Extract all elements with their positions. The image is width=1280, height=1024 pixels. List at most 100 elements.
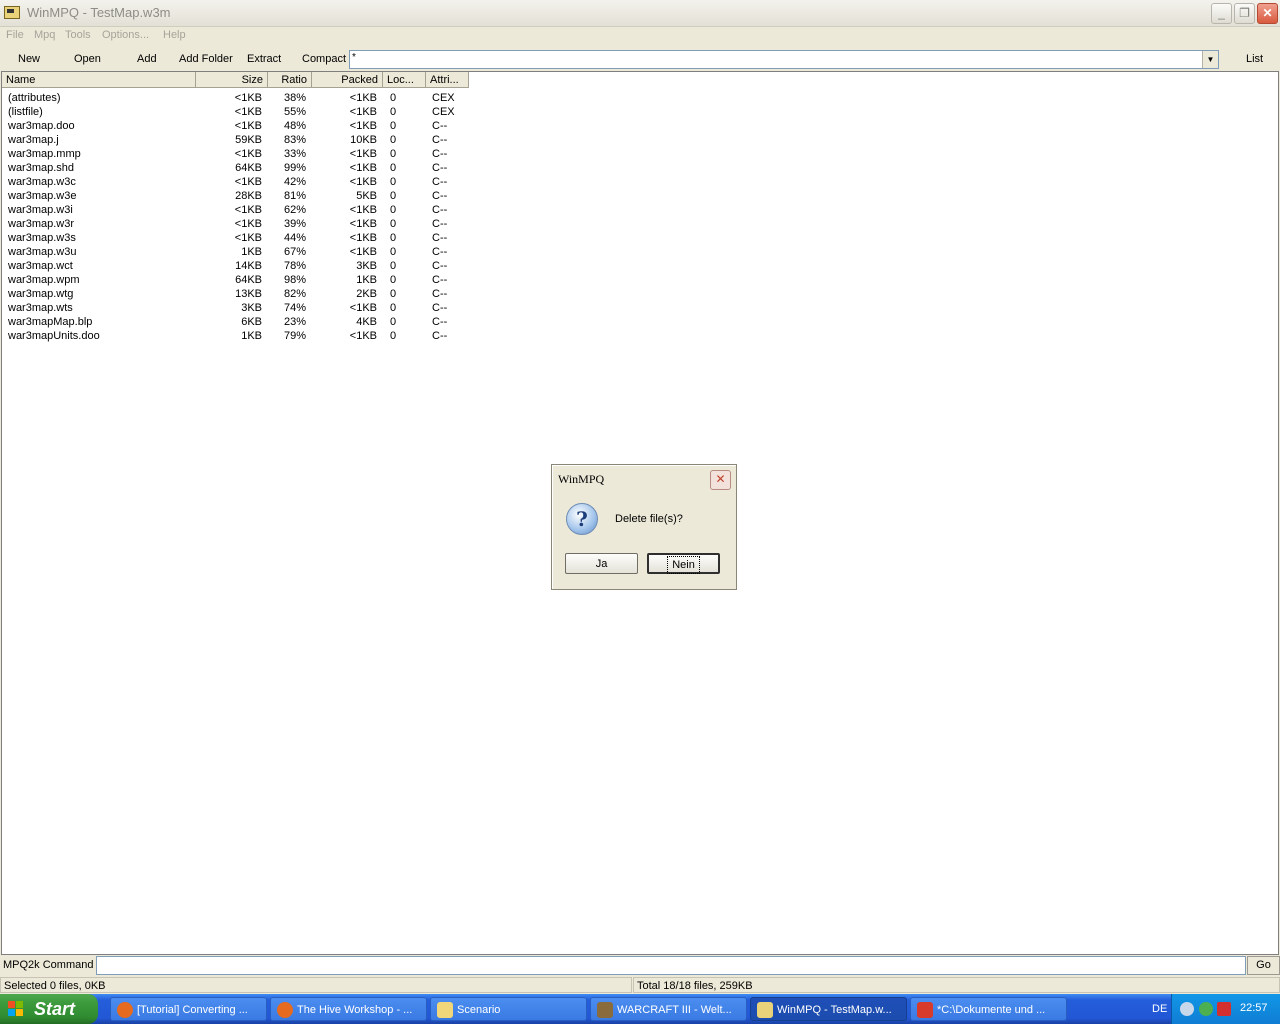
table-row[interactable]: war3mapUnits.doo 1KB 79% <1KB 0 C--: [2, 329, 472, 343]
table-row[interactable]: war3map.wpm 64KB 98% 1KB 0 C--: [2, 273, 472, 287]
file-locale: 0: [390, 246, 397, 258]
file-name: war3map.wts: [8, 302, 73, 314]
file-name: war3map.j: [8, 134, 59, 146]
file-packed: <1KB: [349, 120, 377, 132]
table-row[interactable]: war3map.w3e 28KB 81% 5KB 0 C--: [2, 189, 472, 203]
file-attributes: C--: [432, 260, 448, 272]
table-row[interactable]: war3map.wct 14KB 78% 3KB 0 C--: [2, 259, 472, 273]
compact-button[interactable]: Compact: [302, 53, 346, 65]
list-button[interactable]: List: [1246, 53, 1263, 65]
file-packed: <1KB: [349, 246, 377, 258]
column-name[interactable]: Name: [2, 72, 196, 88]
list-header: Name Size Ratio Packed Loc... Attri...: [2, 72, 469, 89]
column-packed[interactable]: Packed: [312, 72, 383, 88]
taskbar: Start [Tutorial] Converting ... The Hive…: [0, 994, 1280, 1024]
network-icon[interactable]: [1199, 1002, 1213, 1016]
file-name: war3map.w3c: [8, 176, 76, 188]
status-selected: Selected 0 files, 0KB: [0, 977, 632, 993]
dialog-close-icon[interactable]: ✕: [710, 470, 731, 490]
table-row[interactable]: war3map.wts 3KB 74% <1KB 0 C--: [2, 301, 472, 315]
file-name: war3map.shd: [8, 162, 75, 174]
menu-file[interactable]: File: [6, 29, 24, 41]
file-size: 64KB: [235, 162, 262, 174]
menu-tools[interactable]: Tools: [65, 29, 91, 41]
column-attributes[interactable]: Attri...: [426, 72, 469, 88]
table-row[interactable]: war3map.w3i <1KB 62% <1KB 0 C--: [2, 203, 472, 217]
winmpq-app-icon[interactable]: [4, 6, 20, 19]
table-row[interactable]: (listfile) <1KB 55% <1KB 0 CEX: [2, 105, 472, 119]
new-button[interactable]: New: [18, 53, 40, 65]
file-name: war3map.mmp: [8, 148, 81, 160]
task-hive-workshop[interactable]: The Hive Workshop - ...: [270, 997, 427, 1021]
file-packed: <1KB: [349, 218, 377, 230]
status-total: Total 18/18 files, 259KB: [633, 977, 1280, 993]
file-attributes: C--: [432, 246, 448, 258]
filter-combobox[interactable]: * ▼: [349, 50, 1219, 69]
task-editor[interactable]: *C:\Dokumente und ...: [910, 997, 1067, 1021]
file-packed: <1KB: [349, 106, 377, 118]
minimize-button[interactable]: _: [1211, 3, 1232, 24]
menu-options[interactable]: Options...: [102, 29, 149, 41]
yes-button[interactable]: Ja: [565, 553, 638, 574]
menu-help[interactable]: Help: [163, 29, 186, 41]
menu-mpq[interactable]: Mpq: [34, 29, 55, 41]
file-locale: 0: [390, 92, 397, 104]
file-size: <1KB: [234, 120, 262, 132]
file-size: 1KB: [241, 246, 262, 258]
open-button[interactable]: Open: [74, 53, 101, 65]
column-ratio[interactable]: Ratio: [268, 72, 312, 88]
file-ratio: 42%: [283, 176, 306, 188]
task-warcraft[interactable]: WARCRAFT III - Welt...: [590, 997, 747, 1021]
task-winmpq[interactable]: WinMPQ - TestMap.w...: [750, 997, 907, 1021]
file-attributes: C--: [432, 120, 448, 132]
add-button[interactable]: Add: [137, 53, 157, 65]
file-size: 1KB: [241, 330, 262, 342]
table-row[interactable]: war3map.w3c <1KB 42% <1KB 0 C--: [2, 175, 472, 189]
task-scenario[interactable]: Scenario: [430, 997, 587, 1021]
file-size: 13KB: [235, 288, 262, 300]
file-name: war3map.wtg: [8, 288, 74, 300]
antivirus-icon[interactable]: [1217, 1002, 1231, 1016]
file-ratio: 81%: [283, 190, 306, 202]
start-button[interactable]: Start: [0, 994, 98, 1024]
table-row[interactable]: war3map.mmp <1KB 33% <1KB 0 C--: [2, 147, 472, 161]
task-label: WinMPQ - TestMap.w...: [777, 1004, 892, 1016]
table-row[interactable]: war3map.w3r <1KB 39% <1KB 0 C--: [2, 217, 472, 231]
column-size[interactable]: Size: [196, 72, 268, 88]
file-packed: 2KB: [356, 288, 377, 300]
task-tutorial[interactable]: [Tutorial] Converting ...: [110, 997, 267, 1021]
go-button[interactable]: Go: [1247, 956, 1280, 975]
table-row[interactable]: war3map.wtg 13KB 82% 2KB 0 C--: [2, 287, 472, 301]
file-size: 64KB: [235, 274, 262, 286]
dropdown-arrow-icon[interactable]: ▼: [1202, 51, 1218, 68]
file-packed: 10KB: [350, 134, 377, 146]
table-row[interactable]: war3map.j 59KB 83% 10KB 0 C--: [2, 133, 472, 147]
language-indicator[interactable]: DE: [1152, 1003, 1167, 1015]
file-ratio: 38%: [283, 92, 306, 104]
table-row[interactable]: war3map.w3u 1KB 67% <1KB 0 C--: [2, 245, 472, 259]
command-input[interactable]: [96, 956, 1246, 975]
no-button[interactable]: Nein: [647, 553, 720, 574]
file-attributes: CEX: [432, 92, 455, 104]
command-label: MPQ2k Command: [3, 959, 94, 971]
file-ratio: 98%: [283, 274, 306, 286]
close-button[interactable]: ✕: [1257, 3, 1278, 24]
show-hidden-icons-icon[interactable]: [1180, 1002, 1194, 1016]
file-locale: 0: [390, 260, 397, 272]
extract-button[interactable]: Extract: [247, 53, 281, 65]
folder-icon: [437, 1002, 453, 1018]
file-packed: <1KB: [349, 232, 377, 244]
table-row[interactable]: war3map.doo <1KB 48% <1KB 0 C--: [2, 119, 472, 133]
add-folder-button[interactable]: Add Folder: [179, 53, 233, 65]
file-attributes: C--: [432, 134, 448, 146]
column-locale[interactable]: Loc...: [383, 72, 426, 88]
dialog-title: WinMPQ: [558, 472, 605, 486]
table-row[interactable]: war3map.w3s <1KB 44% <1KB 0 C--: [2, 231, 472, 245]
table-row[interactable]: (attributes) <1KB 38% <1KB 0 CEX: [2, 91, 472, 105]
table-row[interactable]: war3map.shd 64KB 99% <1KB 0 C--: [2, 161, 472, 175]
file-size: 3KB: [241, 302, 262, 314]
table-row[interactable]: war3mapMap.blp 6KB 23% 4KB 0 C--: [2, 315, 472, 329]
no-label: Nein: [667, 556, 700, 574]
restore-button[interactable]: ❐: [1234, 3, 1255, 24]
file-name: war3mapMap.blp: [8, 316, 93, 328]
